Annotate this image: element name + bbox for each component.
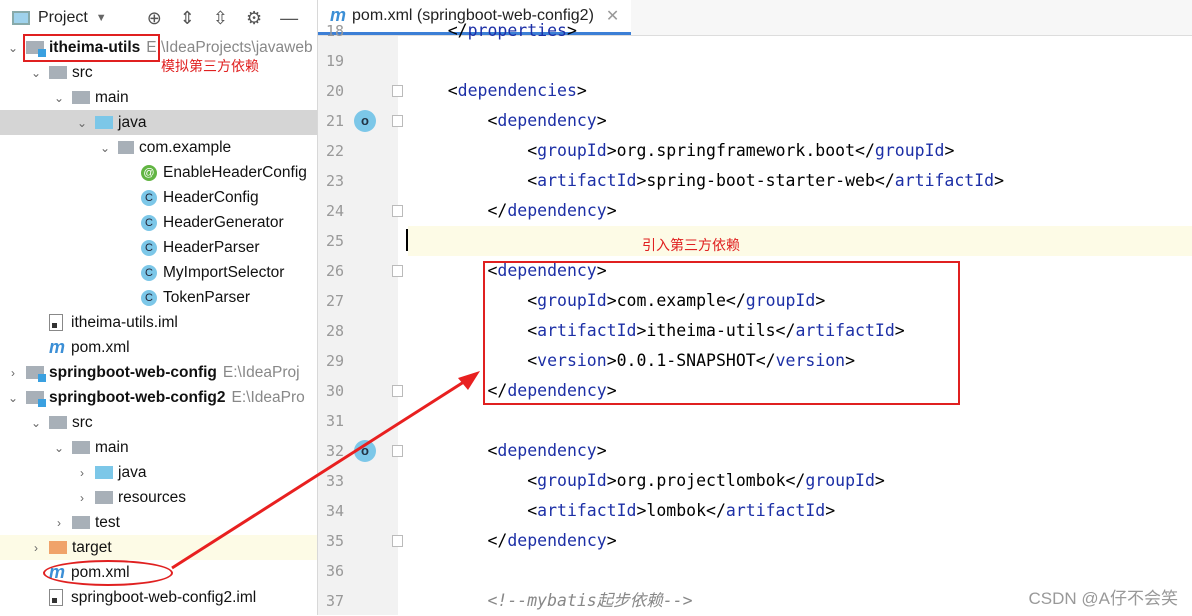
arrow-annotation (171, 371, 480, 570)
